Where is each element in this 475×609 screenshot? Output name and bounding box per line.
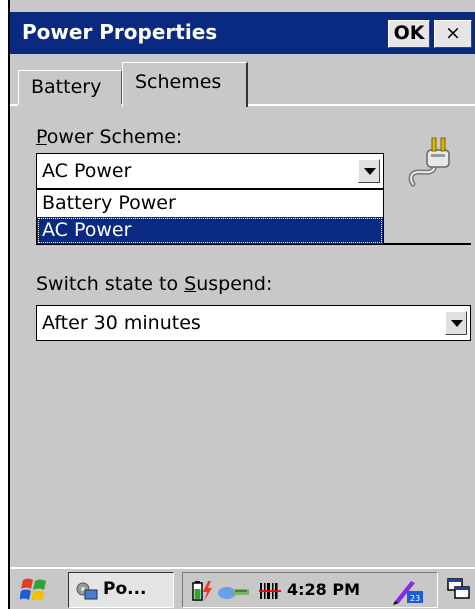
title-bar: Power Properties OK × bbox=[10, 12, 475, 54]
power-scheme-label: Power Scheme: bbox=[36, 125, 182, 149]
suspend-dropdown-button[interactable] bbox=[445, 311, 467, 335]
power-scheme-select[interactable]: AC Power bbox=[36, 153, 384, 189]
svg-text:23: 23 bbox=[410, 594, 420, 603]
power-scheme-label-rest: ower Scheme: bbox=[46, 126, 183, 148]
windows-flag-icon[interactable] bbox=[20, 576, 50, 604]
system-tray: 4:28 PM 23 bbox=[182, 572, 438, 608]
dropdown-option-ac-power[interactable]: AC Power bbox=[37, 217, 383, 244]
desktop-icon[interactable] bbox=[446, 577, 472, 601]
tab-battery[interactable]: Battery bbox=[18, 70, 122, 104]
ok-button[interactable]: OK bbox=[388, 20, 430, 48]
task-button-label: Po... bbox=[103, 579, 147, 599]
power-scheme-label-accel: P bbox=[36, 126, 47, 148]
network-icon[interactable] bbox=[217, 581, 251, 601]
suspend-label: Switch state to Suspend: bbox=[36, 272, 272, 296]
window-title: Power Properties bbox=[22, 20, 218, 44]
task-button-power-properties[interactable]: Po... bbox=[68, 572, 174, 608]
dropdown-option-battery-power[interactable]: Battery Power bbox=[37, 190, 383, 217]
power-scheme-dropdown-button[interactable] bbox=[358, 159, 380, 183]
power-plug-icon bbox=[408, 137, 450, 187]
suspend-label-prefix: Switch state to bbox=[36, 273, 185, 295]
input-panel-icon[interactable]: 23 bbox=[391, 579, 427, 605]
clock[interactable]: 4:28 PM bbox=[287, 580, 360, 599]
tab-strip-border bbox=[10, 104, 18, 106]
tab-strip-border bbox=[248, 104, 475, 106]
close-button[interactable]: × bbox=[434, 20, 472, 48]
control-panel-icon bbox=[76, 582, 98, 600]
taskbar: Po... 4:28 PM 23 bbox=[10, 567, 475, 609]
suspend-value: After 30 minutes bbox=[42, 312, 201, 334]
chevron-down-icon bbox=[451, 320, 463, 327]
suspend-label-rest: uspend: bbox=[196, 273, 273, 295]
device-screen: Power Properties OK × Battery Schemes Po… bbox=[8, 0, 475, 609]
chevron-down-icon bbox=[364, 168, 376, 175]
power-scheme-dropdown-list: Battery Power AC Power bbox=[36, 189, 384, 245]
suspend-select[interactable]: After 30 minutes bbox=[36, 305, 471, 341]
battery-charging-icon[interactable] bbox=[191, 579, 215, 603]
tab-schemes[interactable]: Schemes bbox=[122, 62, 248, 107]
suspend-label-accel: S bbox=[184, 273, 197, 295]
power-scheme-value: AC Power bbox=[42, 160, 132, 182]
barcode-scanner-icon[interactable] bbox=[259, 581, 281, 601]
